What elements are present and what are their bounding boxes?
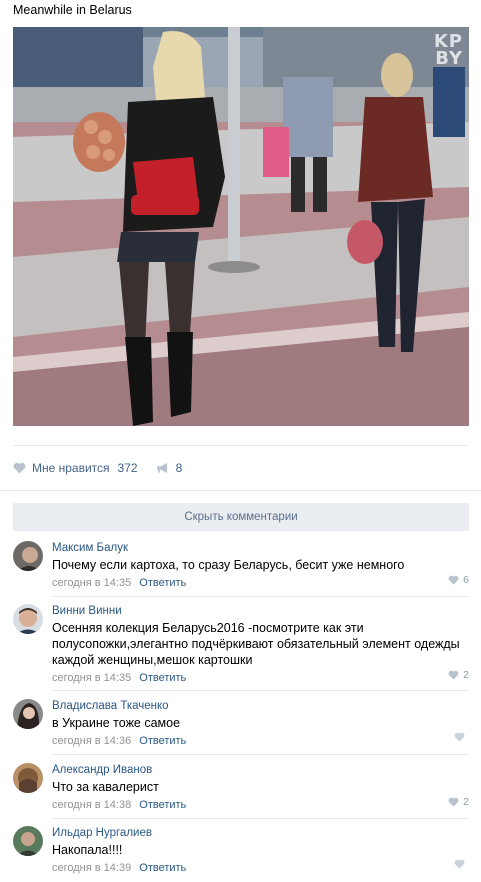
reply-link[interactable]: Ответить xyxy=(139,862,186,874)
comment-date[interactable]: сегодня в 14:35 xyxy=(52,577,131,589)
comment-like-count: 2 xyxy=(463,796,469,808)
heart-icon xyxy=(454,859,465,869)
reply-link[interactable]: Ответить xyxy=(139,735,186,747)
comment-meta: сегодня в 14:39 Ответить xyxy=(52,861,469,875)
avatar[interactable] xyxy=(13,541,43,571)
comment-author[interactable]: Александр Иванов xyxy=(52,763,469,777)
comment-item: Максим Балук Почему если картоха, то сра… xyxy=(13,541,469,597)
comment-item: Александр Иванов Что за кавалерист сегод… xyxy=(13,763,469,819)
comment-like-button[interactable]: 2 xyxy=(448,669,469,681)
post-photo[interactable]: KP BY xyxy=(13,27,469,426)
actions-separator xyxy=(0,490,481,491)
comment-separator xyxy=(52,818,469,819)
comment-like-button[interactable] xyxy=(454,732,469,742)
comment-meta: сегодня в 14:36 Ответить xyxy=(52,734,469,748)
share-count: 8 xyxy=(175,461,183,475)
comment-item: Владислава Ткаченко в Украине тоже самое… xyxy=(13,699,469,755)
comment-like-button[interactable] xyxy=(454,859,469,869)
post-text: Meanwhile in Belarus xyxy=(13,3,132,17)
reply-link[interactable]: Ответить xyxy=(139,799,186,811)
comment-date[interactable]: сегодня в 14:36 xyxy=(52,735,131,747)
megaphone-icon xyxy=(156,462,167,474)
comment-meta: сегодня в 14:35 Ответить xyxy=(52,576,469,590)
like-label: Мне нравится xyxy=(32,461,110,475)
comment-author[interactable]: Винни Винни xyxy=(52,604,469,618)
heart-icon xyxy=(448,575,459,585)
comment-text: Осенняя колекция Беларусь2016 -посмотрит… xyxy=(52,621,460,667)
comment-text: в Украине тоже самое xyxy=(52,716,181,730)
street-photo-illustration xyxy=(13,27,469,426)
comment-separator xyxy=(52,596,469,597)
avatar[interactable] xyxy=(13,699,43,729)
avatar[interactable] xyxy=(13,604,43,634)
comment-author[interactable]: Ильдар Нургалиев xyxy=(52,826,469,840)
avatar[interactable] xyxy=(13,826,43,856)
heart-icon xyxy=(448,797,459,807)
comment-date[interactable]: сегодня в 14:39 xyxy=(52,862,131,874)
comment-item: Винни Винни Осенняя колекция Беларусь201… xyxy=(13,604,469,691)
comment-like-button[interactable]: 2 xyxy=(448,796,469,808)
comment-separator xyxy=(52,690,469,691)
reply-link[interactable]: Ответить xyxy=(139,672,186,684)
like-button[interactable]: Мне нравится 372 xyxy=(13,461,138,475)
comment-meta: сегодня в 14:35 Ответить xyxy=(52,671,469,685)
post-actions: Мне нравится 372 8 xyxy=(13,459,200,477)
comment-text: Что за кавалерист xyxy=(52,780,159,794)
hide-comments-button[interactable]: Скрыть комментарии xyxy=(13,503,469,531)
like-count: 372 xyxy=(117,461,138,475)
comment-text: Накопала!!!! xyxy=(52,843,123,857)
avatar[interactable] xyxy=(13,763,43,793)
comment-like-count: 6 xyxy=(463,574,469,586)
comment-author[interactable]: Максим Балук xyxy=(52,541,469,555)
share-button[interactable]: 8 xyxy=(156,461,183,475)
reply-link[interactable]: Ответить xyxy=(139,577,186,589)
heart-icon xyxy=(448,670,459,680)
comment-meta: сегодня в 14:38 Ответить xyxy=(52,798,469,812)
heart-icon xyxy=(13,462,26,474)
comment-like-count: 2 xyxy=(463,669,469,681)
photo-watermark: KP BY xyxy=(433,31,463,69)
comment-item: Ильдар Нургалиев Накопала!!!! сегодня в … xyxy=(13,826,469,881)
comment-date[interactable]: сегодня в 14:35 xyxy=(52,672,131,684)
comment-date[interactable]: сегодня в 14:38 xyxy=(52,799,131,811)
post-separator xyxy=(13,445,468,446)
comment-text: Почему если картоха, то сразу Беларусь, … xyxy=(52,558,405,572)
comment-author[interactable]: Владислава Ткаченко xyxy=(52,699,469,713)
comment-like-button[interactable]: 6 xyxy=(448,574,469,586)
comment-separator xyxy=(52,754,469,755)
heart-icon xyxy=(454,732,465,742)
